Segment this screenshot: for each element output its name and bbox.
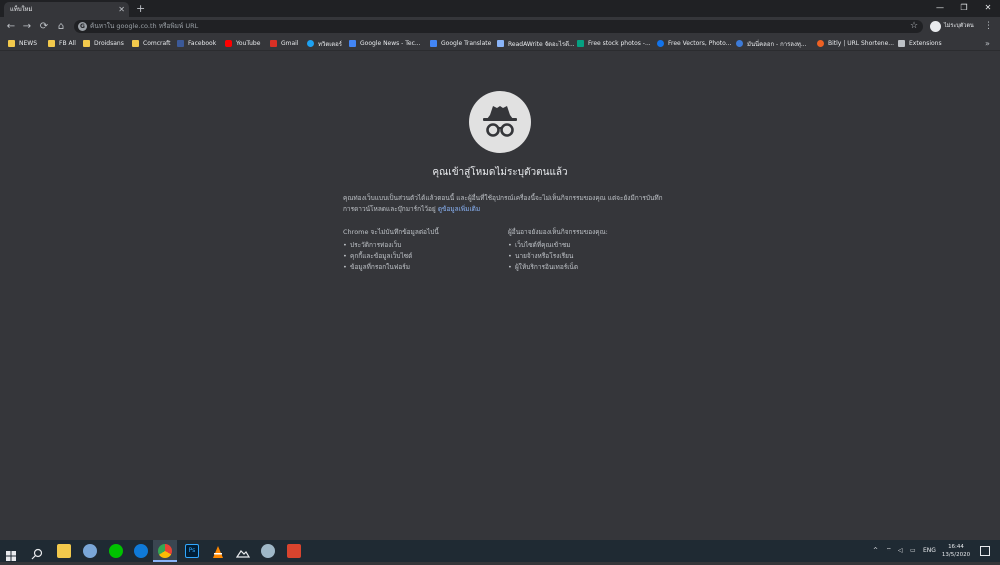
reload-button[interactable]: ⟳	[37, 20, 51, 33]
bookmarks-overflow-icon[interactable]: »	[985, 36, 990, 51]
list-item: ผู้ให้บริการอินเทอร์เน็ต	[508, 262, 608, 273]
tab-close-icon[interactable]: ✕	[118, 2, 125, 17]
address-bar[interactable]: G ค้นหาใน google.co.th หรือพิมพ์ URL	[74, 20, 923, 33]
bookmarks-bar: NEWS FB All Droidsans Comcraft Facebook …	[0, 36, 1000, 51]
tab-title: แท็บใหม่	[10, 6, 33, 13]
home-button[interactable]: ⌂	[54, 20, 68, 33]
bookmark-item[interactable]: ทวิตเตอร์	[307, 36, 342, 51]
menu-icon[interactable]: ⋮	[984, 20, 993, 33]
learn-more-link[interactable]: ดูข้อมูลเพิ่มเติม	[438, 205, 480, 213]
volume-icon[interactable]: ◁	[898, 540, 903, 562]
close-window-button[interactable]: ✕	[976, 0, 1000, 17]
profile-label: ไม่ระบุตัวตน	[944, 23, 974, 29]
folder-icon	[132, 40, 139, 47]
bookmark-item[interactable]: มันนี่คลอก - การลงทุ...	[736, 36, 807, 51]
bookmark-item[interactable]: Droidsans	[83, 36, 124, 51]
folder-icon	[83, 40, 90, 47]
app-icon[interactable]	[83, 544, 97, 558]
bookmark-item[interactable]: YouTube	[225, 36, 260, 51]
incognito-page: คุณเข้าสู่โหมดไม่ระบุตัวตนแล้ว คุณท่องเว…	[0, 52, 1000, 540]
network-icon[interactable]: ⌔	[886, 540, 892, 562]
maximize-button[interactable]: ❐	[952, 0, 976, 17]
still-visible-heading: ผู้อื่นอาจยังมองเห็นกิจกรรมของคุณ:	[508, 228, 608, 236]
puzzle-icon	[898, 40, 905, 47]
bookmark-item[interactable]: Free stock photos -...	[577, 36, 651, 51]
back-button[interactable]: ←	[4, 20, 18, 33]
still-visible-list: ผู้อื่นอาจยังมองเห็นกิจกรรมของคุณ: เว็บไ…	[508, 227, 608, 273]
list-item: คุกกี้และข้อมูลเว็บไซต์	[343, 251, 439, 262]
language-indicator[interactable]: ENG	[923, 540, 936, 562]
bookmark-item[interactable]: Free Vectors, Photo...	[657, 36, 731, 51]
bookmark-item[interactable]: Facebook	[177, 36, 216, 51]
chrome-taskbar-button[interactable]	[153, 540, 177, 562]
toolbar: ← → ⟳ ⌂ G ค้นหาใน google.co.th หรือพิมพ์…	[0, 17, 1000, 36]
bookmark-item[interactable]: Google Translate	[430, 36, 491, 51]
folder-icon	[48, 40, 55, 47]
bookmark-item[interactable]: Bitly | URL Shortene...	[817, 36, 894, 51]
list-item: ประวัติการท่องเว็บ	[343, 240, 439, 251]
readawrite-icon	[497, 40, 504, 47]
bookmark-item[interactable]: Gmail	[270, 36, 299, 51]
tray-chevron-icon[interactable]: ^	[873, 540, 878, 562]
new-tab-button[interactable]: +	[136, 1, 145, 16]
notification-icon[interactable]	[980, 546, 990, 556]
gmail-icon	[270, 40, 277, 47]
incognito-profile-button[interactable]: ไม่ระบุตัวตน	[926, 19, 978, 34]
windows-start-icon[interactable]	[6, 546, 16, 561]
site-icon	[736, 40, 743, 47]
windows-taskbar: Ps ^ ⌔ ◁ ▭ ENG 16:44 13/5/2020	[0, 540, 1000, 562]
bitly-icon	[817, 40, 824, 47]
forward-button[interactable]: →	[20, 20, 34, 33]
bookmark-item[interactable]: Comcraft	[132, 36, 171, 51]
youtube-icon	[225, 40, 232, 47]
page-title: คุณเข้าสู่โหมดไม่ระบุตัวตนแล้ว	[432, 167, 568, 178]
not-saved-heading: Chrome จะไม่บันทึกข้อมูลต่อไปนี้	[343, 228, 439, 236]
address-placeholder: ค้นหาใน google.co.th หรือพิมพ์ URL	[90, 22, 199, 30]
edge-icon[interactable]	[134, 544, 148, 558]
google-news-icon	[349, 40, 356, 47]
search-icon[interactable]	[31, 545, 43, 560]
folder-icon	[8, 40, 15, 47]
bookmark-item[interactable]: ReadAWrite จัดอะไรดี...	[497, 36, 575, 51]
facebook-icon	[177, 40, 184, 47]
bookmark-item[interactable]: NEWS	[8, 36, 37, 51]
list-item: นายจ้างหรือโรงเรียน	[508, 251, 608, 262]
google-icon: G	[78, 22, 87, 31]
bookmark-item[interactable]: Extensions	[898, 36, 942, 51]
system-clock[interactable]: 16:44 13/5/2020	[938, 543, 974, 559]
list-item: ข้อมูลที่กรอกในฟอร์ม	[343, 262, 439, 273]
freepik-icon	[657, 40, 664, 47]
not-saved-list: Chrome จะไม่บันทึกข้อมูลต่อไปนี้ ประวัติ…	[343, 227, 439, 273]
tab-new-tab[interactable]: แท็บใหม่ ✕	[4, 2, 129, 17]
line-icon[interactable]	[109, 544, 123, 558]
minimize-button[interactable]: —	[928, 0, 952, 17]
bookmark-item[interactable]: FB All	[48, 36, 76, 51]
keyboard-icon[interactable]: ▭	[910, 540, 916, 562]
incognito-avatar-icon	[930, 21, 941, 32]
photos-icon[interactable]	[235, 544, 251, 558]
translate-icon	[430, 40, 437, 47]
tab-strip: แท็บใหม่ ✕ + — ❐ ✕	[0, 0, 1000, 17]
photoshop-icon[interactable]: Ps	[185, 544, 199, 558]
twitter-icon	[307, 40, 314, 47]
bookmark-item[interactable]: Google News - Tec...	[349, 36, 421, 51]
file-explorer-icon[interactable]	[57, 544, 71, 558]
clock-time: 16:44	[948, 544, 964, 550]
list-item: เว็บไซต์ที่คุณเข้าชม	[508, 240, 608, 251]
chrome-icon	[158, 544, 172, 558]
app-icon[interactable]	[287, 544, 301, 558]
incognito-description: คุณท่องเว็บแบบเป็นส่วนตัวได้แล้วตอนนี้ แ…	[343, 193, 663, 215]
incognito-icon	[469, 91, 531, 153]
vlc-icon[interactable]	[211, 544, 225, 558]
clock-date: 13/5/2020	[941, 552, 971, 558]
pexels-icon	[577, 40, 584, 47]
description-text: คุณท่องเว็บแบบเป็นส่วนตัวได้แล้วตอนนี้ แ…	[343, 194, 663, 213]
bookmark-star-icon[interactable]: ☆	[910, 20, 918, 33]
app-icon[interactable]	[261, 544, 275, 558]
